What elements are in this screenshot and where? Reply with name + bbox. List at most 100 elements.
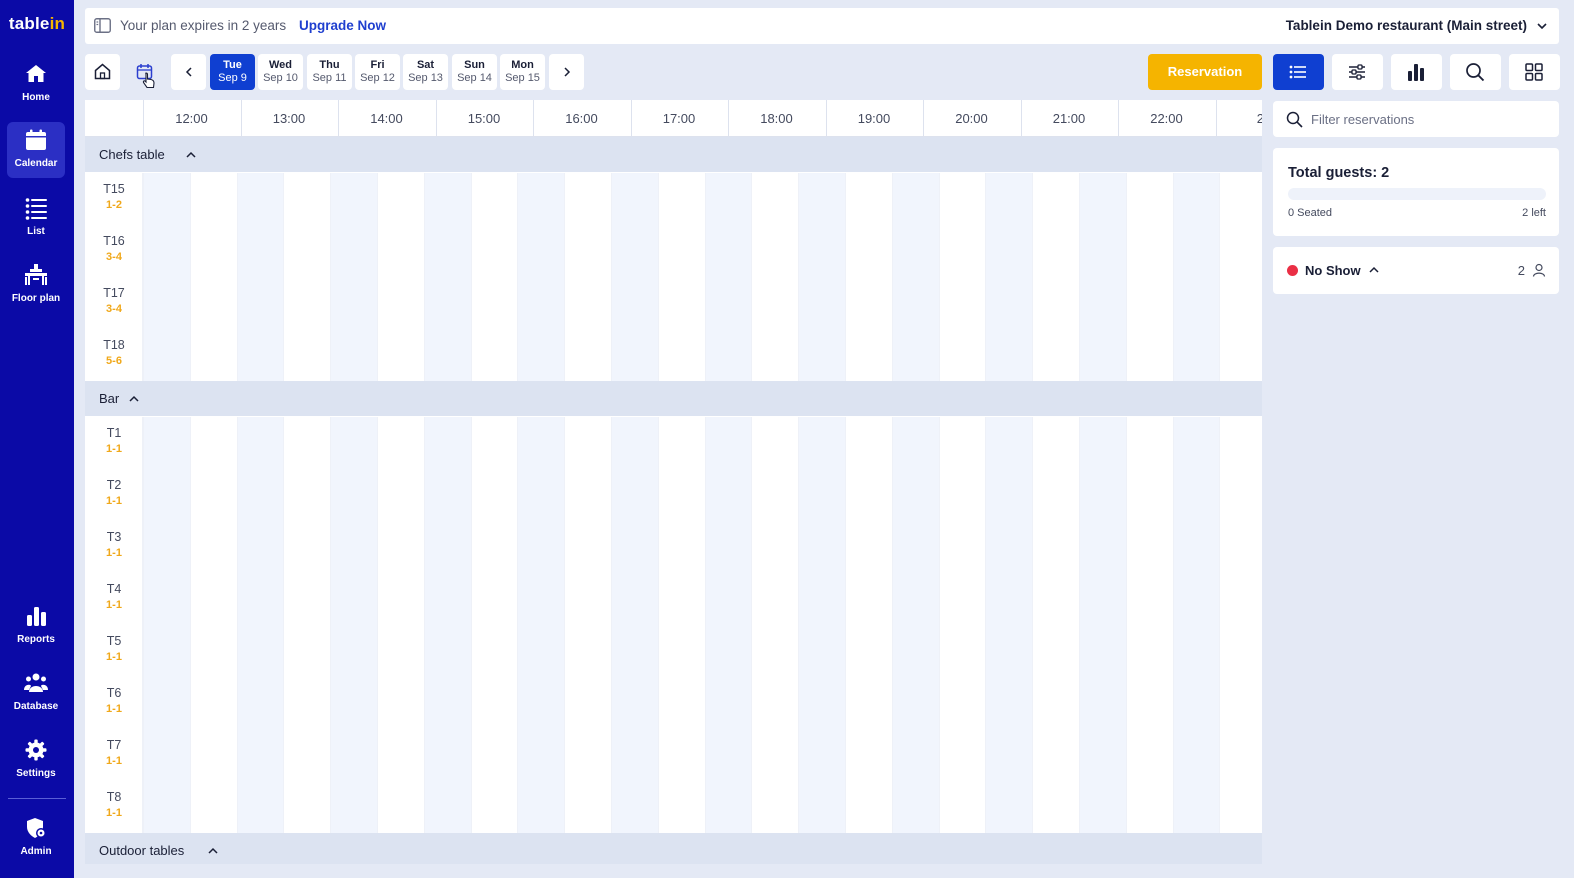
time-slot-column[interactable]	[1032, 173, 1079, 381]
sidebar-item-list[interactable]: List	[7, 190, 65, 246]
day-tab-fri[interactable]: Fri Sep 12	[355, 54, 400, 90]
table-row-label[interactable]: T7 1-1	[85, 738, 143, 767]
filter-reservations-box[interactable]	[1273, 101, 1559, 137]
table-row-label[interactable]: T2 1-1	[85, 478, 143, 507]
time-slot-column[interactable]	[1219, 417, 1262, 833]
time-slot-column[interactable]	[985, 173, 1033, 381]
time-slot-column[interactable]	[704, 173, 752, 381]
sidebar-item-floor-plan[interactable]: Floor plan	[7, 257, 65, 313]
time-slot-column[interactable]	[657, 417, 705, 833]
time-slot-column[interactable]	[798, 417, 846, 833]
table-row-label[interactable]: T6 1-1	[85, 686, 143, 715]
time-slot-column[interactable]	[236, 173, 284, 381]
time-slot-column[interactable]	[1125, 417, 1173, 833]
sidebar-toggle-icon[interactable]	[94, 18, 111, 33]
time-slot-column[interactable]	[1219, 173, 1262, 381]
sidebar-item-reports[interactable]: Reports	[7, 598, 65, 654]
time-slot-column[interactable]	[330, 173, 378, 381]
table-row-label[interactable]: T3 1-1	[85, 530, 143, 559]
grid-view-button[interactable]	[1509, 54, 1560, 90]
time-slot-column[interactable]	[564, 173, 611, 381]
table-row-label[interactable]: T5 1-1	[85, 634, 143, 663]
time-slot-column[interactable]	[1125, 173, 1173, 381]
time-slot-column[interactable]	[845, 173, 892, 381]
time-slot-column[interactable]	[517, 417, 565, 833]
time-slot-column[interactable]	[470, 417, 518, 833]
table-row-label[interactable]: T4 1-1	[85, 582, 143, 611]
chevron-up-icon[interactable]	[129, 395, 139, 402]
time-slot-column[interactable]	[517, 173, 565, 381]
previous-days-button[interactable]	[171, 54, 206, 90]
filter-reservations-input[interactable]	[1311, 109, 1549, 129]
time-slot-column[interactable]	[377, 417, 424, 833]
day-tab-mon[interactable]: Mon Sep 15	[500, 54, 545, 90]
table-row-label[interactable]: T8 1-1	[85, 790, 143, 819]
restaurant-selector[interactable]: Tablein Demo restaurant (Main street)	[1286, 18, 1527, 33]
section-header[interactable]: Chefs table	[85, 137, 1262, 172]
table-row-label[interactable]: T16 3-4	[85, 234, 143, 263]
home-button[interactable]	[85, 54, 120, 90]
time-slot-column[interactable]	[1032, 417, 1079, 833]
list-view-button[interactable]	[1273, 54, 1324, 90]
time-slot-column[interactable]	[891, 417, 939, 833]
time-slot-column[interactable]	[845, 417, 892, 833]
time-slot-column[interactable]	[704, 417, 752, 833]
table-row-label[interactable]: T18 5-6	[85, 338, 143, 367]
new-reservation-button[interactable]: Reservation	[1148, 54, 1262, 90]
time-slot-column[interactable]	[189, 417, 237, 833]
day-tab-sun[interactable]: Sun Sep 14	[452, 54, 497, 90]
time-slot-column[interactable]	[143, 417, 190, 833]
time-slot-column[interactable]	[891, 173, 939, 381]
stats-button[interactable]	[1391, 54, 1442, 90]
time-slot-column[interactable]	[143, 173, 190, 381]
time-slot-column[interactable]	[938, 417, 986, 833]
no-show-group[interactable]: No Show 2	[1273, 247, 1559, 294]
sidebar-item-home[interactable]: Home	[7, 56, 65, 112]
time-slot-column[interactable]	[1079, 417, 1126, 833]
section-header[interactable]: Outdoor tables	[85, 833, 1262, 864]
upgrade-now-link[interactable]: Upgrade Now	[299, 18, 386, 33]
chevron-down-icon[interactable]	[1536, 20, 1548, 32]
time-slot-column[interactable]	[377, 173, 424, 381]
table-row-label[interactable]: T17 3-4	[85, 286, 143, 315]
table-row-label[interactable]: T15 1-2	[85, 182, 143, 211]
time-slot-column[interactable]	[423, 417, 471, 833]
day-tab-sat[interactable]: Sat Sep 13	[403, 54, 448, 90]
time-slot-column[interactable]	[985, 417, 1033, 833]
time-slot-column[interactable]	[611, 417, 658, 833]
time-slot-column[interactable]	[611, 173, 658, 381]
time-slot-column[interactable]	[236, 417, 284, 833]
chevron-up-icon[interactable]	[208, 847, 218, 854]
day-tab-wed[interactable]: Wed Sep 10	[258, 54, 303, 90]
sidebar-item-settings[interactable]: Settings	[7, 732, 65, 788]
date-picker-button[interactable]	[127, 54, 163, 90]
section-header[interactable]: Bar	[85, 381, 1262, 416]
time-slot-column[interactable]	[751, 173, 798, 381]
time-slot-column[interactable]	[751, 417, 798, 833]
time-slot-column[interactable]	[1172, 173, 1220, 381]
day-tab-tue[interactable]: Tue Sep 9	[210, 54, 255, 90]
time-slot-column[interactable]	[564, 417, 611, 833]
sidebar-item-database[interactable]: Database	[7, 665, 65, 721]
tablein-logo[interactable]: tablein	[0, 14, 74, 34]
sidebar-item-calendar[interactable]: Calendar	[7, 122, 65, 178]
time-slot-column[interactable]	[798, 173, 846, 381]
time-slot-column[interactable]	[283, 173, 330, 381]
chevron-up-icon[interactable]	[1369, 266, 1379, 273]
sidebar-item-admin[interactable]: Admin	[7, 810, 65, 866]
time-slot-column[interactable]	[657, 173, 705, 381]
time-slot-column[interactable]	[189, 173, 237, 381]
reservation-timeline[interactable]: 12:00 13:00 14:00 15:00 16:00 17:00 18:00 19:00…	[85, 100, 1262, 864]
table-row-label[interactable]: T1 1-1	[85, 426, 143, 455]
time-slot-column[interactable]	[1079, 173, 1126, 381]
time-slot-column[interactable]	[330, 417, 378, 833]
chevron-up-icon[interactable]	[186, 151, 196, 158]
time-slot-column[interactable]	[938, 173, 986, 381]
filter-settings-button[interactable]	[1332, 54, 1383, 90]
search-button[interactable]	[1450, 54, 1501, 90]
day-tab-thu[interactable]: Thu Sep 11	[307, 54, 352, 90]
time-slot-column[interactable]	[470, 173, 518, 381]
next-days-button[interactable]	[549, 54, 584, 90]
time-slot-column[interactable]	[1172, 417, 1220, 833]
time-slot-column[interactable]	[283, 417, 330, 833]
